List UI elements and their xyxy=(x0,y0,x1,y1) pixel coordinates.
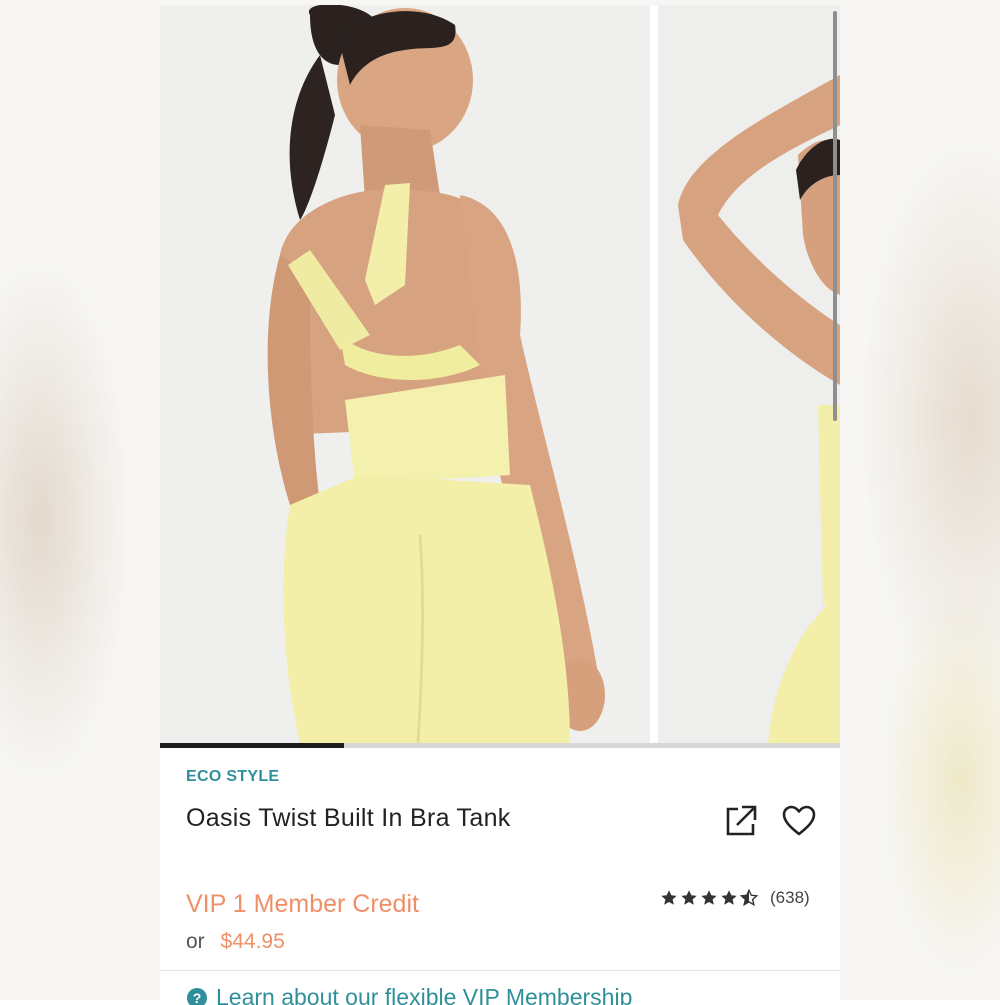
review-count: (638) xyxy=(770,888,810,908)
eco-style-badge: ECO STYLE xyxy=(186,768,279,786)
question-circle-icon: ? xyxy=(186,987,208,1005)
product-rating[interactable]: (638) xyxy=(660,888,810,908)
share-external-icon xyxy=(722,802,760,840)
star-full-icon xyxy=(720,889,738,907)
star-full-icon xyxy=(660,889,678,907)
product-title: Oasis Twist Built In Bra Tank xyxy=(186,804,511,833)
model-back-view-illustration xyxy=(160,5,650,743)
model-arm-raised-illustration xyxy=(658,5,840,743)
product-info: ECO STYLE Oasis Twist Built In Bra Tank … xyxy=(160,748,840,1005)
product-page: ECO STYLE Oasis Twist Built In Bra Tank … xyxy=(160,5,840,1005)
svg-text:?: ? xyxy=(193,990,202,1005)
regular-price: $44.95 xyxy=(221,930,285,953)
scrollbar-thumb[interactable] xyxy=(833,11,837,421)
favorite-button[interactable] xyxy=(780,802,818,840)
vip-member-credit-price: VIP 1 Member Credit xyxy=(186,890,419,919)
or-label: or xyxy=(186,930,205,953)
product-image-arm-raised xyxy=(658,5,840,743)
star-full-icon xyxy=(700,889,718,907)
star-half-icon xyxy=(740,889,758,907)
product-image-carousel[interactable] xyxy=(160,5,840,743)
heart-outline-icon xyxy=(780,802,818,840)
vip-membership-link[interactable]: ? Learn about our flexible VIP Membershi… xyxy=(186,984,632,1005)
share-button[interactable] xyxy=(722,802,760,840)
vip-membership-link-label: Learn about our flexible VIP Membership xyxy=(216,984,632,1005)
star-full-icon xyxy=(680,889,698,907)
regular-price-row: or $44.95 xyxy=(186,930,285,954)
section-divider xyxy=(160,970,840,971)
product-image-back-view xyxy=(160,5,650,743)
